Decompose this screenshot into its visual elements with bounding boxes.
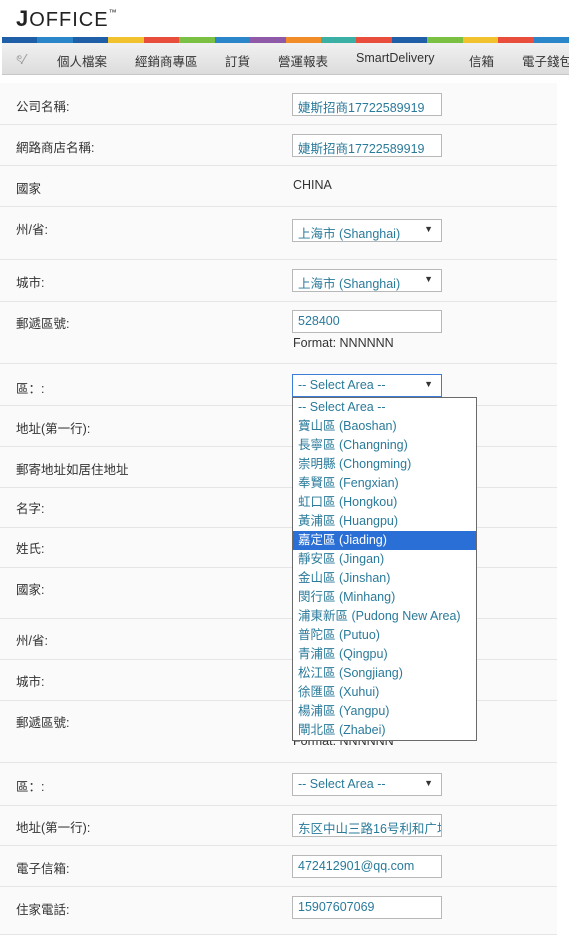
area-option[interactable]: 青浦區 (Qingpu) [293, 645, 476, 664]
state2-label: 州/省: [16, 634, 48, 648]
area-option[interactable]: 浦東新區 (Pudong New Area) [293, 607, 476, 626]
area-select-value: -- Select Area -- [298, 378, 386, 392]
city2-label: 城市: [16, 675, 45, 689]
dropdown-arrow-icon: ▼ [424, 224, 433, 234]
zip2-label: 郵遞區號: [16, 716, 70, 730]
email-label: 電子信箱: [16, 862, 70, 876]
country-label: 國家 [16, 182, 42, 196]
nav-item-ewallet[interactable]: 電子錢包 [522, 51, 569, 70]
ornament-icon: ৎ⁄ [16, 53, 26, 68]
shop-row: 網路商店名稱: 婕斯招商17722589919 [0, 125, 557, 166]
nav-item-order[interactable]: 訂貨 [225, 51, 250, 70]
address2-label: 地址(第一行): [16, 821, 91, 835]
nav-item-smartdelivery[interactable]: SmartDelivery [356, 51, 435, 65]
address-label: 地址(第一行): [16, 422, 91, 436]
area-option[interactable]: 崇明縣 (Chongming) [293, 455, 476, 474]
area2-row: 區：: -- Select Area -- ▼ [0, 763, 557, 806]
state-row: 州/省: 上海市 (Shanghai) ▼ [0, 207, 557, 260]
area-option[interactable]: 嘉定區 (Jiading) [293, 531, 476, 550]
joffice-logo: JOFFICE™ [16, 6, 118, 32]
zip-label: 郵遞區號: [16, 317, 70, 331]
address2-input[interactable]: 东区中山三路16号利和广场 [292, 814, 442, 837]
company-name-input[interactable]: 婕斯招商17722589919 [292, 93, 442, 116]
area-option[interactable]: 長寧區 (Changning) [293, 436, 476, 455]
first-name-label: 名字: [16, 502, 45, 516]
zip-input[interactable]: 528400 [292, 310, 442, 333]
zip-row: 郵遞區號: 528400 Format: NNNNNN [0, 302, 557, 364]
country-value: CHINA [293, 178, 332, 192]
email-row: 電子信箱: 472412901@qq.com [0, 846, 557, 887]
area2-select-value: -- Select Area -- [298, 777, 386, 791]
city-label: 城市: [16, 276, 45, 290]
logo-initial: J [16, 6, 30, 31]
area-option[interactable]: 楊浦區 (Yangpu) [293, 702, 476, 721]
area-option[interactable]: 黃浦區 (Huangpu) [293, 512, 476, 531]
nav-item-mailbox[interactable]: 信箱 [469, 51, 494, 70]
phone-input[interactable]: 15907607069 [292, 896, 442, 919]
area-select[interactable]: -- Select Area -- ▼ [292, 374, 442, 397]
email-input[interactable]: 472412901@qq.com [292, 855, 442, 878]
state-select[interactable]: 上海市 (Shanghai) ▼ [292, 219, 442, 242]
nav-item-distributor-zone[interactable]: 經銷商專區 [135, 51, 198, 70]
area-option[interactable]: 金山區 (Jinshan) [293, 569, 476, 588]
mailing-same-label[interactable]: 郵寄地址如居住地址 [16, 459, 129, 478]
country-row: 國家 CHINA [0, 166, 557, 207]
nav-item-profile[interactable]: 個人檔案 [57, 51, 107, 70]
shop-label: 網路商店名稱: [16, 141, 95, 155]
area-option[interactable]: 普陀區 (Putuo) [293, 626, 476, 645]
area2-label: 區：: [16, 780, 45, 794]
zip-format-hint: Format: NNNNNN [293, 336, 394, 350]
shop-name-input[interactable]: 婕斯招商17722589919 [292, 134, 442, 157]
main-navbar: ৎ⁄ 個人檔案 經銷商專區 訂貨 營運報表 SmartDelivery 信箱 電… [2, 43, 569, 75]
area-option[interactable]: 徐匯區 (Xuhui) [293, 683, 476, 702]
city-select[interactable]: 上海市 (Shanghai) ▼ [292, 269, 442, 292]
area-option[interactable]: 閔行區 (Minhang) [293, 588, 476, 607]
city-select-value: 上海市 (Shanghai) [298, 277, 401, 291]
company-label: 公司名稱: [16, 100, 70, 114]
last-name-label: 姓氏: [16, 542, 45, 556]
area-option[interactable]: 奉賢區 (Fengxian) [293, 474, 476, 493]
address2-row: 地址(第一行): 东区中山三路16号利和广场 [0, 806, 557, 846]
area-option[interactable]: -- Select Area -- [293, 398, 476, 417]
dropdown-arrow-icon: ▼ [424, 274, 433, 284]
state-label: 州/省: [16, 223, 48, 237]
country2-label: 國家: [16, 583, 45, 597]
area-dropdown-list[interactable]: -- Select Area -- 寶山區 (Baoshan) 長寧區 (Chang… [292, 397, 477, 741]
phone-row: 住家電話: 15907607069 [0, 887, 557, 935]
area-option[interactable]: 虹口區 (Hongkou) [293, 493, 476, 512]
area-option[interactable]: 松江區 (Songjiang) [293, 664, 476, 683]
dropdown-arrow-icon: ▼ [424, 778, 433, 788]
area2-select[interactable]: -- Select Area -- ▼ [292, 773, 442, 796]
logo-text: OFFICE [29, 9, 109, 31]
dropdown-arrow-icon: ▼ [424, 379, 433, 389]
area-label: 區：: [16, 382, 45, 396]
logo-trademark: ™ [108, 8, 118, 17]
nav-item-reports[interactable]: 營運報表 [278, 51, 328, 70]
company-row: 公司名稱: 婕斯招商17722589919 [0, 83, 557, 125]
city-row: 城市: 上海市 (Shanghai) ▼ [0, 260, 557, 302]
area-option[interactable]: 靜安區 (Jingan) [293, 550, 476, 569]
state-select-value: 上海市 (Shanghai) [298, 227, 401, 241]
phone-label: 住家電話: [16, 903, 70, 917]
area-option[interactable]: 閘北區 (Zhabei) [293, 721, 476, 740]
area-option[interactable]: 寶山區 (Baoshan) [293, 417, 476, 436]
